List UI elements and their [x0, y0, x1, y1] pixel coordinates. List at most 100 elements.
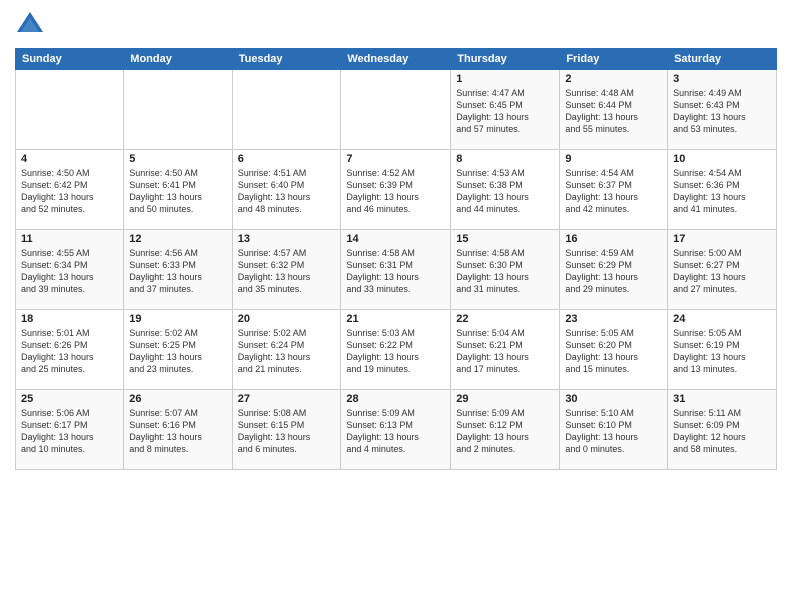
day-number: 18	[21, 313, 118, 325]
day-number: 3	[673, 73, 771, 85]
day-number: 15	[456, 233, 554, 245]
calendar-header-tuesday: Tuesday	[232, 49, 341, 70]
day-info: Sunrise: 4:54 AM Sunset: 6:36 PM Dayligh…	[673, 167, 771, 216]
day-number: 1	[456, 73, 554, 85]
day-info: Sunrise: 5:05 AM Sunset: 6:20 PM Dayligh…	[565, 327, 662, 376]
day-number: 6	[238, 153, 336, 165]
day-number: 7	[346, 153, 445, 165]
day-number: 14	[346, 233, 445, 245]
calendar-cell: 16 Sunrise: 4:59 AM Sunset: 6:29 PM Dayli…	[560, 230, 668, 310]
day-info: Sunrise: 4:49 AM Sunset: 6:43 PM Dayligh…	[673, 87, 771, 136]
calendar-cell: 27Sunrise: 5:08 AM Sunset: 6:15 PM Dayli…	[232, 390, 341, 470]
calendar-cell: 31 Sunrise: 5:11 AM Sunset: 6:09 PM Dayli…	[668, 390, 777, 470]
calendar-cell: 19 Sunrise: 5:02 AM Sunset: 6:25 PM Dayli…	[124, 310, 232, 390]
calendar-week-2: 4 Sunrise: 4:50 AM Sunset: 6:42 PM Daylig…	[16, 150, 777, 230]
calendar-cell	[232, 70, 341, 150]
day-number: 17	[673, 233, 771, 245]
calendar-week-1: 1Sunrise: 4:47 AM Sunset: 6:45 PM Daylig…	[16, 70, 777, 150]
day-number: 12	[129, 233, 226, 245]
day-info: Sunrise: 5:02 AM Sunset: 6:24 PM Dayligh…	[238, 327, 336, 376]
day-info: Sunrise: 4:58 AM Sunset: 6:30 PM Dayligh…	[456, 247, 554, 296]
calendar-cell: 10 Sunrise: 4:54 AM Sunset: 6:36 PM Dayli…	[668, 150, 777, 230]
calendar-cell: 18 Sunrise: 5:01 AM Sunset: 6:26 PM Dayli…	[16, 310, 124, 390]
day-number: 31	[673, 393, 771, 405]
day-number: 16	[565, 233, 662, 245]
calendar-week-3: 11Sunrise: 4:55 AM Sunset: 6:34 PM Dayli…	[16, 230, 777, 310]
calendar-week-5: 25Sunrise: 5:06 AM Sunset: 6:17 PM Dayli…	[16, 390, 777, 470]
calendar-cell	[341, 70, 451, 150]
day-number: 27	[238, 393, 336, 405]
calendar-cell: 22Sunrise: 5:04 AM Sunset: 6:21 PM Dayli…	[451, 310, 560, 390]
calendar-cell: 4 Sunrise: 4:50 AM Sunset: 6:42 PM Daylig…	[16, 150, 124, 230]
calendar-cell: 21 Sunrise: 5:03 AM Sunset: 6:22 PM Dayli…	[341, 310, 451, 390]
day-number: 19	[129, 313, 226, 325]
day-number: 2	[565, 73, 662, 85]
calendar-cell: 13 Sunrise: 4:57 AM Sunset: 6:32 PM Dayli…	[232, 230, 341, 310]
calendar-header-saturday: Saturday	[668, 49, 777, 70]
day-info: Sunrise: 4:58 AM Sunset: 6:31 PM Dayligh…	[346, 247, 445, 296]
day-info: Sunrise: 5:02 AM Sunset: 6:25 PM Dayligh…	[129, 327, 226, 376]
day-info: Sunrise: 4:52 AM Sunset: 6:39 PM Dayligh…	[346, 167, 445, 216]
calendar: SundayMondayTuesdayWednesdayThursdayFrid…	[15, 48, 777, 470]
calendar-cell: 29 Sunrise: 5:09 AM Sunset: 6:12 PM Dayli…	[451, 390, 560, 470]
day-info: Sunrise: 4:48 AM Sunset: 6:44 PM Dayligh…	[565, 87, 662, 136]
day-info: Sunrise: 5:11 AM Sunset: 6:09 PM Dayligh…	[673, 407, 771, 456]
calendar-cell: 17Sunrise: 5:00 AM Sunset: 6:27 PM Dayli…	[668, 230, 777, 310]
calendar-header-wednesday: Wednesday	[341, 49, 451, 70]
day-info: Sunrise: 4:50 AM Sunset: 6:41 PM Dayligh…	[129, 167, 226, 216]
day-info: Sunrise: 5:06 AM Sunset: 6:17 PM Dayligh…	[21, 407, 118, 456]
day-info: Sunrise: 5:03 AM Sunset: 6:22 PM Dayligh…	[346, 327, 445, 376]
header	[15, 10, 777, 40]
calendar-cell: 5Sunrise: 4:50 AM Sunset: 6:41 PM Daylig…	[124, 150, 232, 230]
day-info: Sunrise: 5:09 AM Sunset: 6:12 PM Dayligh…	[456, 407, 554, 456]
day-info: Sunrise: 4:51 AM Sunset: 6:40 PM Dayligh…	[238, 167, 336, 216]
calendar-cell: 1Sunrise: 4:47 AM Sunset: 6:45 PM Daylig…	[451, 70, 560, 150]
day-number: 9	[565, 153, 662, 165]
calendar-header: SundayMondayTuesdayWednesdayThursdayFrid…	[16, 49, 777, 70]
calendar-cell: 14 Sunrise: 4:58 AM Sunset: 6:31 PM Dayli…	[341, 230, 451, 310]
calendar-cell: 7 Sunrise: 4:52 AM Sunset: 6:39 PM Daylig…	[341, 150, 451, 230]
calendar-header-monday: Monday	[124, 49, 232, 70]
calendar-header-thursday: Thursday	[451, 49, 560, 70]
day-number: 10	[673, 153, 771, 165]
day-number: 21	[346, 313, 445, 325]
day-info: Sunrise: 5:09 AM Sunset: 6:13 PM Dayligh…	[346, 407, 445, 456]
calendar-cell: 20 Sunrise: 5:02 AM Sunset: 6:24 PM Dayli…	[232, 310, 341, 390]
day-number: 4	[21, 153, 118, 165]
day-info: Sunrise: 5:01 AM Sunset: 6:26 PM Dayligh…	[21, 327, 118, 376]
day-number: 29	[456, 393, 554, 405]
day-info: Sunrise: 4:55 AM Sunset: 6:34 PM Dayligh…	[21, 247, 118, 296]
day-info: Sunrise: 4:56 AM Sunset: 6:33 PM Dayligh…	[129, 247, 226, 296]
calendar-cell: 8Sunrise: 4:53 AM Sunset: 6:38 PM Daylig…	[451, 150, 560, 230]
calendar-cell: 23 Sunrise: 5:05 AM Sunset: 6:20 PM Dayli…	[560, 310, 668, 390]
calendar-cell: 11Sunrise: 4:55 AM Sunset: 6:34 PM Dayli…	[16, 230, 124, 310]
day-number: 28	[346, 393, 445, 405]
calendar-cell: 28 Sunrise: 5:09 AM Sunset: 6:13 PM Dayli…	[341, 390, 451, 470]
calendar-cell: 3 Sunrise: 4:49 AM Sunset: 6:43 PM Daylig…	[668, 70, 777, 150]
calendar-cell	[124, 70, 232, 150]
day-number: 20	[238, 313, 336, 325]
calendar-cell: 26 Sunrise: 5:07 AM Sunset: 6:16 PM Dayli…	[124, 390, 232, 470]
day-number: 13	[238, 233, 336, 245]
calendar-cell: 25Sunrise: 5:06 AM Sunset: 6:17 PM Dayli…	[16, 390, 124, 470]
day-number: 24	[673, 313, 771, 325]
day-number: 26	[129, 393, 226, 405]
day-info: Sunrise: 5:05 AM Sunset: 6:19 PM Dayligh…	[673, 327, 771, 376]
logo	[15, 10, 49, 40]
calendar-header-friday: Friday	[560, 49, 668, 70]
day-number: 30	[565, 393, 662, 405]
calendar-cell: 12 Sunrise: 4:56 AM Sunset: 6:33 PM Dayli…	[124, 230, 232, 310]
calendar-cell: 24 Sunrise: 5:05 AM Sunset: 6:19 PM Dayli…	[668, 310, 777, 390]
day-number: 8	[456, 153, 554, 165]
calendar-cell: 6 Sunrise: 4:51 AM Sunset: 6:40 PM Daylig…	[232, 150, 341, 230]
day-number: 23	[565, 313, 662, 325]
day-info: Sunrise: 4:57 AM Sunset: 6:32 PM Dayligh…	[238, 247, 336, 296]
day-info: Sunrise: 4:50 AM Sunset: 6:42 PM Dayligh…	[21, 167, 118, 216]
day-info: Sunrise: 5:07 AM Sunset: 6:16 PM Dayligh…	[129, 407, 226, 456]
logo-icon	[15, 10, 45, 40]
day-info: Sunrise: 4:59 AM Sunset: 6:29 PM Dayligh…	[565, 247, 662, 296]
day-info: Sunrise: 5:04 AM Sunset: 6:21 PM Dayligh…	[456, 327, 554, 376]
calendar-cell: 30 Sunrise: 5:10 AM Sunset: 6:10 PM Dayli…	[560, 390, 668, 470]
day-info: Sunrise: 5:10 AM Sunset: 6:10 PM Dayligh…	[565, 407, 662, 456]
calendar-cell	[16, 70, 124, 150]
